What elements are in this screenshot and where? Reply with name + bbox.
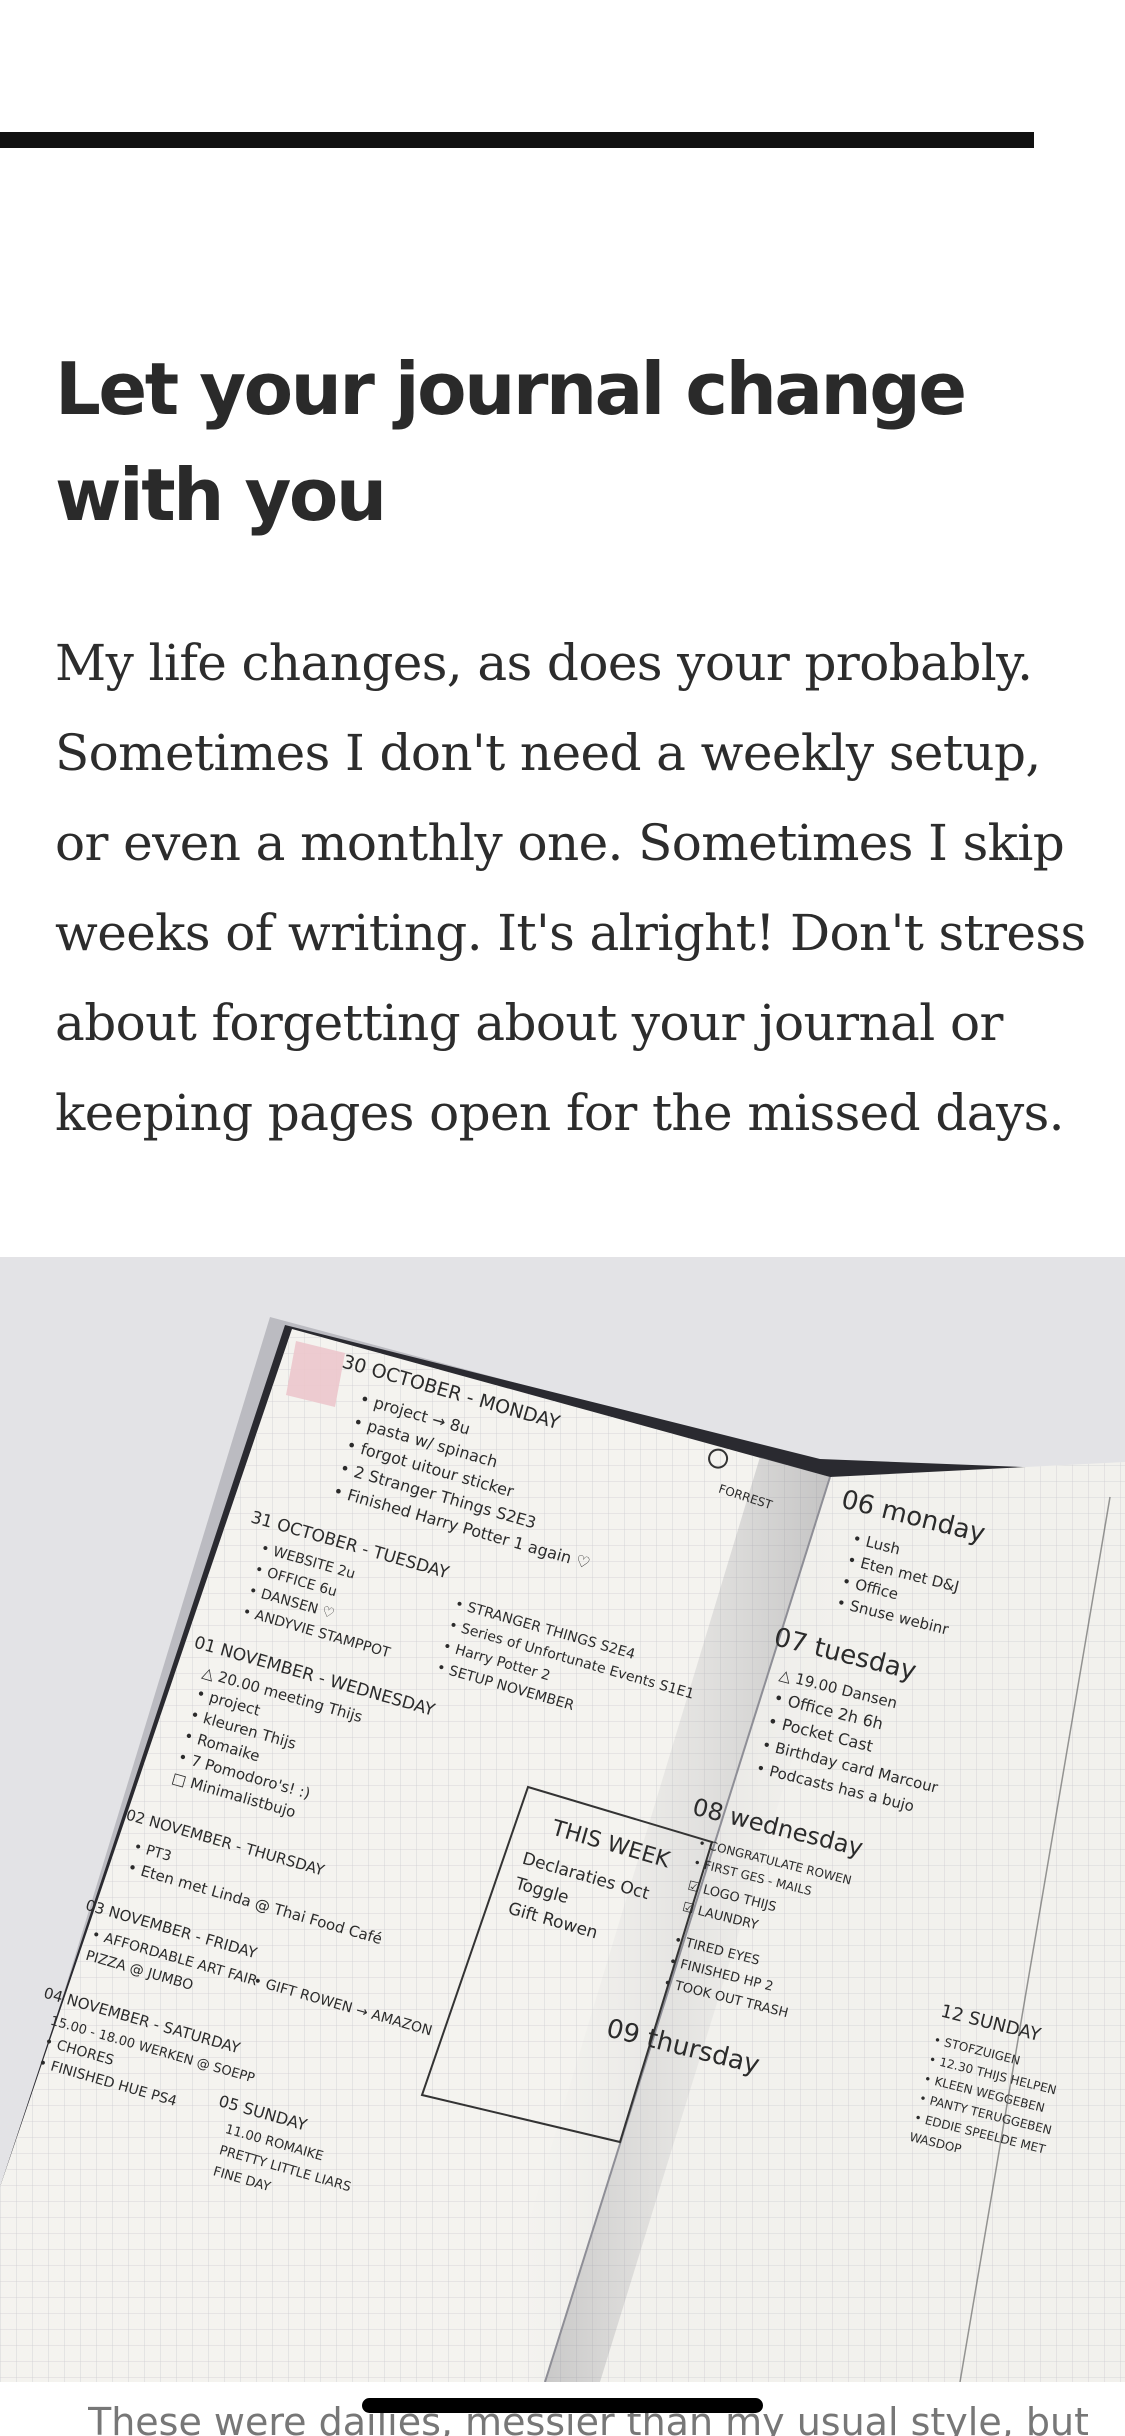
journal-photo[interactable]: 30 OCTOBER - MONDAY • project → 8u • pas… [0, 1257, 1125, 2382]
article-paragraph: My life changes, as does your probably. … [55, 634, 1086, 1142]
home-indicator[interactable] [362, 2398, 763, 2413]
article-page: Let your journal change with you My life… [0, 0, 1125, 2436]
top-divider [0, 132, 1034, 148]
section-heading: Let your journal change with you [55, 347, 967, 537]
